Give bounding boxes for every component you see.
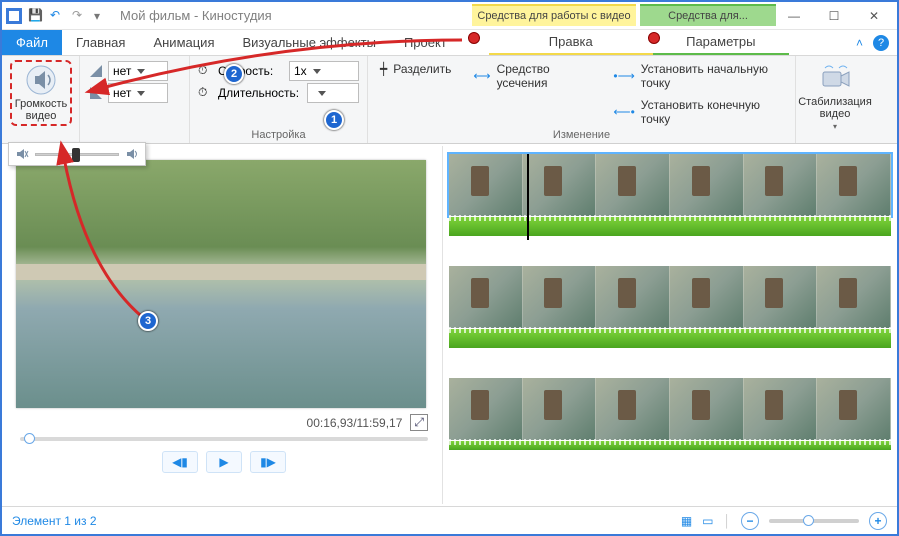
annotation-badge-2: 2 <box>224 64 244 84</box>
status-text: Элемент 1 из 2 <box>12 514 97 528</box>
fade-in-value: нет <box>113 64 131 78</box>
tab-animation[interactable]: Анимация <box>139 30 228 55</box>
prev-frame-button[interactable]: ◀▮ <box>162 451 198 473</box>
close-button[interactable]: ✕ <box>855 3 893 29</box>
contextual-tab-text-tools: Средства для... <box>640 4 776 26</box>
speaker-loud-icon <box>125 147 139 161</box>
maximize-button[interactable]: ☐ <box>815 3 853 29</box>
speaker-mute-icon <box>15 147 29 161</box>
annotation-red-dot <box>468 32 480 44</box>
zoom-slider-thumb[interactable] <box>803 515 814 526</box>
duration-clock-icon: ⏱ <box>198 85 214 101</box>
volume-slider[interactable] <box>35 153 119 156</box>
ribbon-minimize-chevron-icon[interactable]: ˄ <box>856 36 863 50</box>
video-volume-label: Громкость видео <box>15 98 67 122</box>
end-point-icon: ⟵• <box>613 105 634 119</box>
ribbon-group-stabilize: Стабилизация видео ▾ <box>796 56 886 143</box>
ribbon-group-audio: Громкость видео <box>2 56 80 143</box>
app-icon <box>6 8 22 24</box>
speaker-icon <box>25 64 57 96</box>
stabilize-video-button[interactable]: Стабилизация видео ▾ <box>804 60 866 133</box>
tab-params[interactable]: Параметры <box>653 30 789 55</box>
quick-access-toolbar: 💾 ↶ ↷ ▾ <box>6 8 100 24</box>
playhead[interactable] <box>527 154 529 240</box>
video-volume-button[interactable]: Громкость видео <box>10 60 72 126</box>
annotation-red-dot <box>648 32 660 44</box>
annotation-badge-3: 3 <box>138 311 158 331</box>
clock-icon: ⏱ <box>198 63 214 79</box>
qat-chevron-icon[interactable]: ▾ <box>94 9 100 23</box>
tab-visual-effects[interactable]: Визуальные эффекты <box>228 30 389 55</box>
seek-thumb[interactable] <box>24 433 35 444</box>
speed-combo[interactable]: 1x <box>289 61 359 81</box>
timeline-clip[interactable] <box>449 378 891 464</box>
fade-out-icon <box>88 85 104 101</box>
help-icon[interactable]: ? <box>873 35 889 51</box>
fade-in-icon <box>88 63 104 79</box>
set-end-label: Установить конечную точку <box>641 98 783 126</box>
fade-out-combo[interactable]: нет <box>108 83 168 103</box>
audio-track[interactable] <box>449 328 891 348</box>
duration-combo[interactable] <box>307 83 359 103</box>
timeline-clip[interactable] <box>449 154 891 240</box>
volume-slider-popup <box>8 142 146 166</box>
set-start-point-button[interactable]: •⟶ Установить начальную точку <box>609 60 787 92</box>
timeline-pane[interactable] <box>442 146 897 504</box>
zoom-slider[interactable] <box>769 519 859 523</box>
minimize-button[interactable]: — <box>775 3 813 29</box>
trim-icon: ⟷ <box>473 69 490 83</box>
content-area: 00:16,93/11:59,17 ⤢ ◀▮ ▶ ▮▶ <box>2 146 897 504</box>
save-icon[interactable]: 💾 <box>28 8 44 24</box>
chevron-down-icon: ▾ <box>833 122 837 131</box>
annotation-badge-1: 1 <box>324 110 344 130</box>
ribbon-group-fade: нет нет <box>80 56 190 143</box>
split-button[interactable]: ┿ Разделить <box>376 60 455 78</box>
fade-out-value: нет <box>113 86 131 100</box>
tab-file[interactable]: Файл <box>2 30 62 55</box>
ribbon-group-speed: ⏱ Скорость: 1x ⏱ Длительность: Настройка <box>190 56 368 143</box>
speed-value: 1x <box>294 64 307 78</box>
ribbon-group-label-editing: Изменение <box>376 127 787 141</box>
window-controls: — ☐ ✕ <box>775 3 893 29</box>
tab-project[interactable]: Проект <box>390 30 461 55</box>
set-start-label: Установить начальную точку <box>641 62 783 90</box>
preview-video-frame[interactable] <box>16 160 426 408</box>
trim-tool-button[interactable]: ⟷ Средство усечения <box>469 60 595 92</box>
next-frame-button[interactable]: ▮▶ <box>250 451 286 473</box>
trim-label: Средство усечения <box>497 62 592 90</box>
play-button[interactable]: ▶ <box>206 451 242 473</box>
fade-in-combo[interactable]: нет <box>108 61 168 81</box>
window-title: Мой фильм - Киностудия <box>120 8 272 23</box>
tab-home[interactable]: Главная <box>62 30 139 55</box>
stabilize-label: Стабилизация видео <box>798 96 872 120</box>
start-point-icon: •⟶ <box>613 69 634 83</box>
fullscreen-icon[interactable]: ⤢ <box>410 414 428 431</box>
zoom-out-button[interactable]: − <box>741 512 759 530</box>
duration-label: Длительность: <box>218 86 299 100</box>
tab-edit[interactable]: Правка <box>489 30 653 55</box>
view-mode-b-icon[interactable]: ▭ <box>702 514 713 528</box>
audio-track[interactable] <box>449 216 891 236</box>
timeline-clip[interactable] <box>449 266 891 352</box>
split-icon: ┿ <box>380 62 387 76</box>
ribbon-group-editing: ┿ Разделить ⟷ Средство усечения •⟶ Устан… <box>368 56 796 143</box>
seek-bar[interactable] <box>16 437 432 441</box>
set-end-point-button[interactable]: ⟵• Установить конечную точку <box>609 96 787 128</box>
volume-slider-thumb[interactable] <box>72 148 80 162</box>
contextual-tab-video-tools: Средства для работы с видео <box>472 4 636 26</box>
ribbon-tabs: Файл Главная Анимация Визуальные эффекты… <box>2 30 897 56</box>
preview-pane: 00:16,93/11:59,17 ⤢ ◀▮ ▶ ▮▶ <box>2 146 442 504</box>
audio-track[interactable] <box>449 440 891 450</box>
status-bar: Элемент 1 из 2 ▦ ▭ │ − + <box>2 506 897 534</box>
undo-icon[interactable]: ↶ <box>50 8 66 24</box>
redo-icon[interactable]: ↷ <box>72 8 88 24</box>
view-mode-a-icon[interactable]: ▦ <box>681 514 692 528</box>
split-label: Разделить <box>393 62 451 76</box>
camcorder-icon <box>819 62 851 94</box>
zoom-in-button[interactable]: + <box>869 512 887 530</box>
ribbon: Громкость видео нет нет ⏱ Скорость: 1x <box>2 56 897 144</box>
time-display: 00:16,93/11:59,17 <box>307 416 403 430</box>
